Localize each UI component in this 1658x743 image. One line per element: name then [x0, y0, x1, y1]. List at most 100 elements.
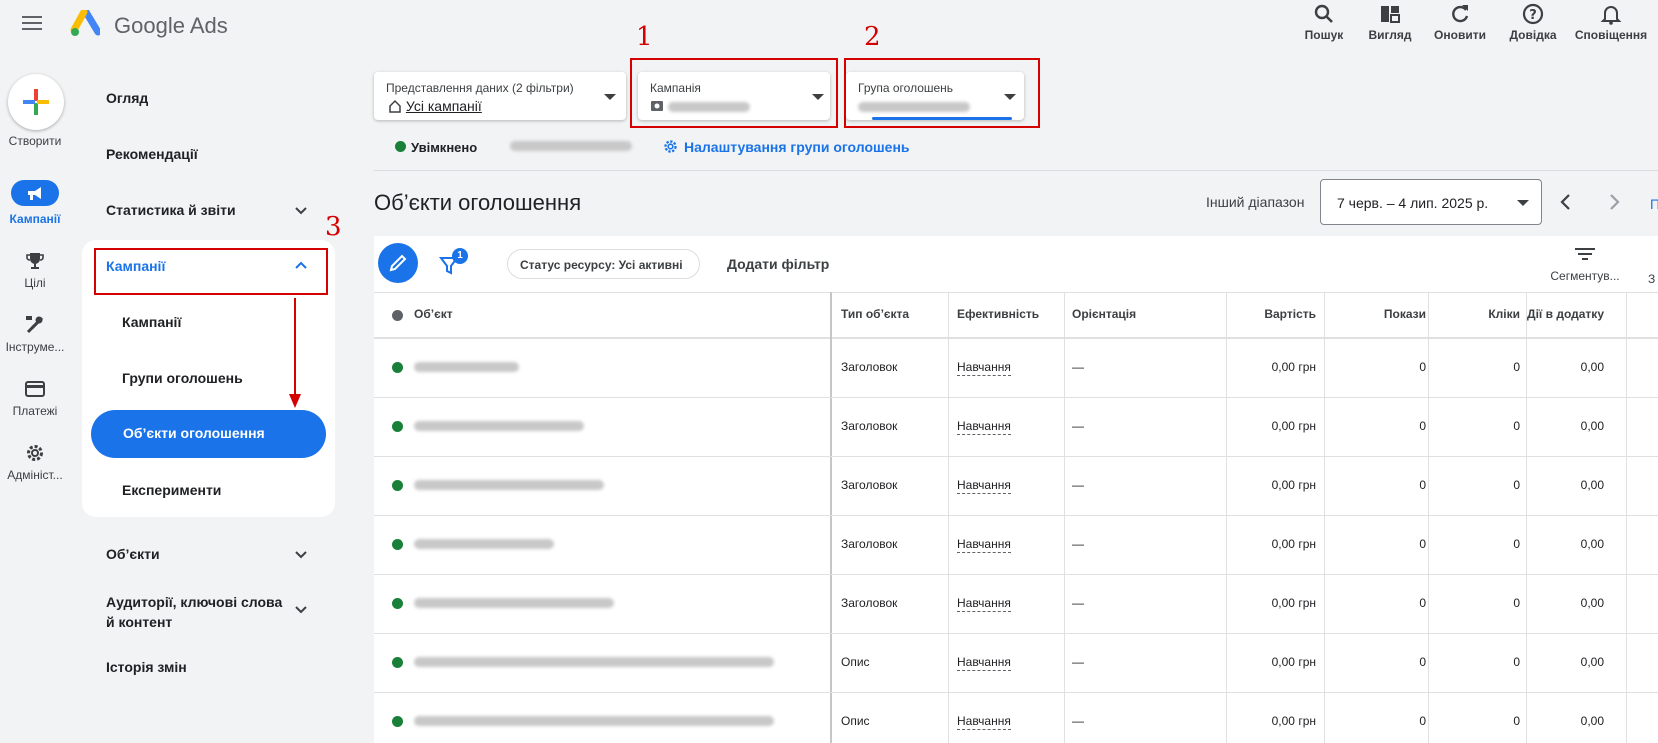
col-header-orientation[interactable]: Орієнтація	[1072, 307, 1136, 321]
nav-audiences[interactable]: Аудиторії, ключові слова й контент	[106, 592, 286, 632]
filter-count-badge: 1	[452, 248, 468, 264]
row-cost: 0,00 грн	[1271, 419, 1316, 433]
google-ads-logo	[70, 10, 100, 36]
help-button[interactable]: ? Довідка	[1493, 0, 1573, 52]
appearance-icon	[1381, 6, 1400, 23]
nav-assets[interactable]: Об’єкти	[106, 546, 160, 562]
subnav-experiments[interactable]: Експерименти	[122, 482, 221, 498]
add-filter-button[interactable]: Додати фільтр	[727, 256, 829, 272]
chevron-down-icon[interactable]	[294, 548, 308, 562]
refresh-label: Оновити	[1434, 28, 1486, 42]
top-bar: Google Ads Пошук Вигляд Оновити ? Довідк…	[0, 0, 1658, 52]
subnav-campaigns[interactable]: Кампанії	[122, 314, 181, 330]
annotation-number-1: 1	[636, 22, 653, 52]
nav-recommendations[interactable]: Рекомендації	[106, 146, 198, 162]
edit-button[interactable]	[378, 243, 418, 283]
date-range-picker[interactable]: 7 черв. – 4 лип. 2025 р.	[1320, 179, 1542, 225]
row-type: Опис	[841, 655, 870, 669]
annotation-arrow	[289, 298, 301, 408]
row-impressions: 0	[1419, 537, 1426, 551]
table-top-border	[374, 292, 1658, 293]
col-header-performance[interactable]: Ефективність	[957, 307, 1039, 321]
annotation-number-3: 3	[325, 212, 342, 242]
rail-tools[interactable]: Інструме...	[0, 314, 70, 354]
row-impressions: 0	[1419, 714, 1426, 728]
filter-button[interactable]: 1	[438, 248, 468, 278]
col-header-cost[interactable]: Вартість	[1226, 307, 1316, 321]
date-range-label: Інший діапазон	[1206, 194, 1305, 210]
ad-group-settings-link[interactable]: Налаштування групи оголошень	[684, 139, 910, 155]
row-type: Заголовок	[841, 360, 898, 374]
menu-icon[interactable]	[22, 16, 42, 30]
row-performance[interactable]: Навчання	[957, 596, 1011, 612]
rail-billing[interactable]: Платежі	[0, 378, 70, 418]
nav-overview[interactable]: Огляд	[106, 90, 148, 106]
row-performance[interactable]: Навчання	[957, 537, 1011, 553]
nav-stats[interactable]: Статистика й звіти	[106, 202, 236, 218]
row-type: Заголовок	[841, 478, 898, 492]
row-status-dot	[392, 657, 403, 668]
row-performance[interactable]: Навчання	[957, 478, 1011, 494]
col-header-impressions[interactable]: Покази	[1336, 307, 1426, 321]
annotation-box-2	[844, 58, 1040, 128]
row-app-actions: 0,00	[1580, 537, 1604, 551]
row-performance[interactable]: Навчання	[957, 714, 1011, 730]
divider	[374, 170, 1658, 171]
status-filter-chip[interactable]: Статус ресурсу: Усі активні	[507, 249, 700, 279]
plus-icon	[23, 89, 49, 115]
help-label: Довідка	[1509, 28, 1557, 42]
row-app-actions: 0,00	[1580, 714, 1604, 728]
next-range-icon[interactable]	[1606, 192, 1622, 212]
row-impressions: 0	[1419, 360, 1426, 374]
annotation-box-1	[630, 58, 838, 128]
create-button[interactable]	[8, 74, 64, 130]
row-type: Заголовок	[841, 419, 898, 433]
search-icon	[1314, 4, 1333, 23]
compare-link-cut[interactable]: П	[1650, 196, 1658, 212]
notifications-button[interactable]: Сповіщення	[1571, 0, 1651, 52]
row-performance[interactable]: Навчання	[957, 655, 1011, 671]
segment-button[interactable]: Сегментув...	[1545, 246, 1625, 286]
campaigns-pill	[11, 180, 59, 206]
create-label: Створити	[8, 134, 62, 148]
rail-goals[interactable]: Цілі	[0, 250, 70, 290]
refresh-button[interactable]: Оновити	[1420, 0, 1500, 52]
asset-text-blurred	[414, 657, 774, 667]
nav-history[interactable]: Історія змін	[106, 659, 187, 675]
row-clicks: 0	[1513, 478, 1520, 492]
col-header-app-actions[interactable]: Дії в додатку	[1498, 307, 1604, 321]
subnav-ad-groups[interactable]: Групи оголошень	[122, 370, 243, 386]
col-divider	[1626, 292, 1627, 743]
appearance-button[interactable]: Вигляд	[1350, 0, 1430, 52]
chevron-down-icon[interactable]	[294, 204, 308, 218]
col-header-type[interactable]: Тип об’єкта	[841, 307, 909, 321]
row-cost: 0,00 грн	[1271, 537, 1316, 551]
prev-range-icon[interactable]	[1558, 192, 1574, 212]
brand-name: Google Ads	[114, 13, 228, 38]
cut-toolbar-label: З	[1648, 272, 1656, 286]
row-app-actions: 0,00	[1580, 419, 1604, 433]
subnav-assets[interactable]: Об’єкти оголошення	[91, 410, 326, 458]
status-enabled-dot	[395, 141, 406, 152]
gear-icon	[27, 445, 43, 461]
megaphone-icon	[28, 187, 41, 200]
row-orientation: —	[1072, 655, 1084, 669]
row-performance[interactable]: Навчання	[957, 419, 1011, 435]
row-impressions: 0	[1419, 478, 1426, 492]
settings-gear-icon	[664, 140, 677, 153]
home-icon	[389, 99, 401, 113]
annotation-box-3	[94, 248, 328, 295]
chevron-down-icon[interactable]	[294, 603, 308, 617]
row-clicks: 0	[1513, 537, 1520, 551]
refresh-icon	[1452, 5, 1469, 23]
asset-text-blurred	[414, 598, 614, 608]
rail-campaigns[interactable]: Кампанії	[0, 180, 70, 226]
row-cost: 0,00 грн	[1271, 360, 1316, 374]
row-performance[interactable]: Навчання	[957, 360, 1011, 376]
caret-down-icon	[604, 94, 616, 100]
view-dropdown[interactable]: Представлення даних (2 фільтри) Усі камп…	[374, 72, 626, 120]
row-divider	[374, 574, 1658, 575]
col-header-asset[interactable]: Об’єкт	[414, 307, 453, 321]
row-clicks: 0	[1513, 419, 1520, 433]
rail-admin[interactable]: Адмініст...	[0, 442, 70, 482]
